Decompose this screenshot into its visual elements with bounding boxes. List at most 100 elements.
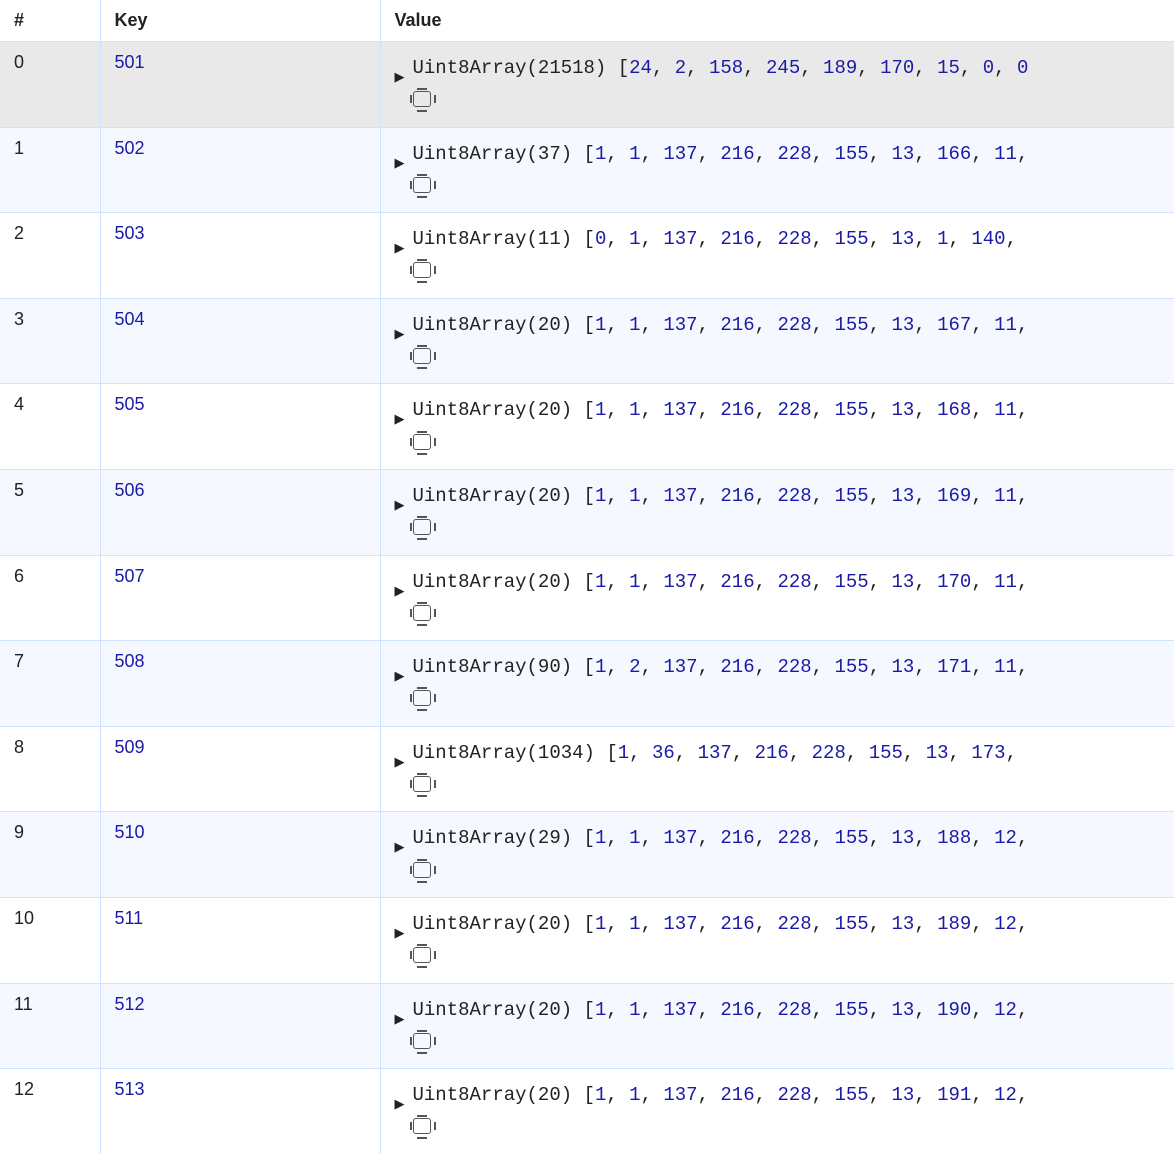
expand-toggle-icon[interactable]: ▶ [395, 223, 405, 259]
comma: , [812, 827, 835, 849]
comma: , [812, 656, 835, 678]
memory-chip-icon[interactable] [413, 177, 431, 193]
comma: , [971, 143, 994, 165]
array-number: 137 [663, 228, 697, 250]
array-number: 137 [663, 314, 697, 336]
expand-toggle-icon[interactable]: ▶ [395, 651, 405, 687]
table-row[interactable]: 7508▶Uint8Array(90) [1, 2, 137, 216, 228… [0, 641, 1174, 727]
cell-key: 505 [100, 384, 380, 470]
array-number: 169 [937, 485, 971, 507]
table-row[interactable]: 2503▶Uint8Array(11) [0, 1, 137, 216, 228… [0, 213, 1174, 299]
array-number: 137 [663, 143, 697, 165]
table-row[interactable]: 8509▶Uint8Array(1034) [1, 36, 137, 216, … [0, 726, 1174, 812]
array-number: 228 [777, 1084, 811, 1106]
cell-index: 8 [0, 726, 100, 812]
array-type-label: Uint8Array(37) [413, 143, 584, 165]
comma: , [971, 999, 994, 1021]
array-number: 216 [720, 571, 754, 593]
comma: , [755, 999, 778, 1021]
expand-toggle-icon[interactable]: ▶ [395, 566, 405, 602]
array-number: 216 [720, 399, 754, 421]
expand-toggle-icon[interactable]: ▶ [395, 394, 405, 430]
comma: , [755, 143, 778, 165]
array-number: 216 [720, 999, 754, 1021]
comma: , [971, 1084, 994, 1106]
expand-toggle-icon[interactable]: ▶ [395, 737, 405, 773]
table-row[interactable]: 4505▶Uint8Array(20) [1, 1, 137, 216, 228… [0, 384, 1174, 470]
memory-chip-icon[interactable] [413, 1118, 431, 1134]
cell-index: 9 [0, 812, 100, 898]
array-number: 216 [720, 913, 754, 935]
array-number: 216 [720, 485, 754, 507]
array-number: 155 [834, 143, 868, 165]
cell-index: 12 [0, 1069, 100, 1154]
memory-chip-icon[interactable] [413, 862, 431, 878]
comma: , [743, 57, 766, 79]
comma: , [869, 485, 892, 507]
table-row[interactable]: 1502▶Uint8Array(37) [1, 1, 137, 216, 228… [0, 127, 1174, 213]
array-number: 137 [663, 913, 697, 935]
comma: , [914, 913, 937, 935]
header-key[interactable]: Key [100, 0, 380, 42]
expand-toggle-icon[interactable]: ▶ [395, 52, 405, 88]
array-number: 12 [994, 827, 1017, 849]
table-row[interactable]: 3504▶Uint8Array(20) [1, 1, 137, 216, 228… [0, 298, 1174, 384]
array-type-label: Uint8Array(20) [413, 1084, 584, 1106]
bracket-open: [ [584, 999, 595, 1021]
memory-chip-icon[interactable] [413, 434, 431, 450]
array-number: 1 [629, 314, 640, 336]
header-index[interactable]: # [0, 0, 100, 42]
cell-value: ▶Uint8Array(20) [1, 1, 137, 216, 228, 15… [380, 555, 1174, 641]
array-number: 11 [994, 314, 1017, 336]
memory-chip-icon[interactable] [413, 605, 431, 621]
comma: , [641, 913, 664, 935]
comma: , [606, 827, 629, 849]
comma: , [1017, 999, 1028, 1021]
comma: , [914, 399, 937, 421]
header-value[interactable]: Value [380, 0, 1174, 42]
memory-chip-icon[interactable] [413, 1033, 431, 1049]
expand-toggle-icon[interactable]: ▶ [395, 138, 405, 174]
comma: , [914, 1084, 937, 1106]
cell-value: ▶Uint8Array(20) [1, 1, 137, 216, 228, 15… [380, 384, 1174, 470]
expand-toggle-icon[interactable]: ▶ [395, 1079, 405, 1115]
expand-toggle-icon[interactable]: ▶ [395, 822, 405, 858]
cell-index: 2 [0, 213, 100, 299]
comma: , [846, 742, 869, 764]
array-number: 1 [629, 827, 640, 849]
table-row[interactable]: 9510▶Uint8Array(29) [1, 1, 137, 216, 228… [0, 812, 1174, 898]
array-preview: Uint8Array(21518) [24, 2, 158, 245, 189,… [413, 52, 1029, 117]
table-row[interactable]: 6507▶Uint8Array(20) [1, 1, 137, 216, 228… [0, 555, 1174, 641]
memory-chip-icon[interactable] [413, 947, 431, 963]
comma: , [812, 485, 835, 507]
array-number: 13 [892, 913, 915, 935]
comma: , [606, 399, 629, 421]
array-preview: Uint8Array(20) [1, 1, 137, 216, 228, 155… [413, 309, 1029, 374]
comma: , [1017, 143, 1028, 165]
table-row[interactable]: 11512▶Uint8Array(20) [1, 1, 137, 216, 22… [0, 983, 1174, 1069]
table-row[interactable]: 12513▶Uint8Array(20) [1, 1, 137, 216, 22… [0, 1069, 1174, 1154]
array-number: 11 [994, 399, 1017, 421]
memory-chip-icon[interactable] [413, 690, 431, 706]
comma: , [641, 656, 664, 678]
array-number: 137 [663, 399, 697, 421]
array-number: 0 [1017, 57, 1028, 79]
array-number: 0 [595, 228, 606, 250]
array-type-label: Uint8Array(20) [413, 314, 584, 336]
array-number: 2 [629, 656, 640, 678]
memory-chip-icon[interactable] [413, 262, 431, 278]
expand-toggle-icon[interactable]: ▶ [395, 908, 405, 944]
expand-toggle-icon[interactable]: ▶ [395, 994, 405, 1030]
table-row[interactable]: 0501▶Uint8Array(21518) [24, 2, 158, 245,… [0, 42, 1174, 128]
memory-chip-icon[interactable] [413, 91, 431, 107]
expand-toggle-icon[interactable]: ▶ [395, 480, 405, 516]
comma: , [1017, 656, 1028, 678]
expand-toggle-icon[interactable]: ▶ [395, 309, 405, 345]
array-number: 1 [595, 656, 606, 678]
memory-chip-icon[interactable] [413, 348, 431, 364]
array-type-label: Uint8Array(29) [413, 827, 584, 849]
table-row[interactable]: 5506▶Uint8Array(20) [1, 1, 137, 216, 228… [0, 469, 1174, 555]
memory-chip-icon[interactable] [413, 519, 431, 535]
table-row[interactable]: 10511▶Uint8Array(20) [1, 1, 137, 216, 22… [0, 897, 1174, 983]
memory-chip-icon[interactable] [413, 776, 431, 792]
